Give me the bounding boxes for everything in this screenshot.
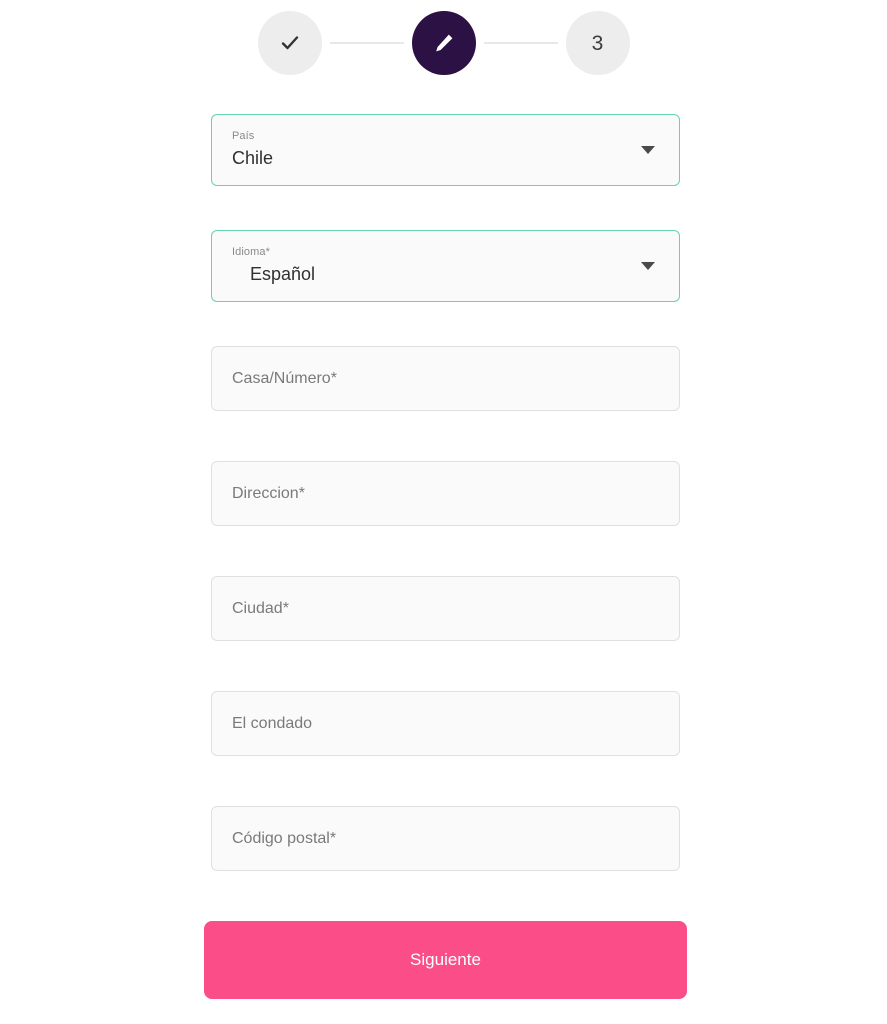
- postal-code-field[interactable]: Código postal*: [211, 806, 680, 871]
- country-select-value: Chile: [232, 148, 274, 168]
- step-connector-2: [483, 42, 558, 44]
- stepper: 3: [0, 11, 887, 75]
- postal-code-placeholder: Código postal*: [232, 829, 337, 847]
- next-button[interactable]: Siguiente: [204, 921, 687, 999]
- county-placeholder: El condado: [232, 714, 313, 732]
- country-select-label: País: [232, 130, 255, 142]
- chevron-down-icon[interactable]: [641, 262, 655, 270]
- city-field[interactable]: Ciudad*: [211, 576, 680, 641]
- county-field[interactable]: El condado: [211, 691, 680, 756]
- submit-wrapper: Siguiente: [204, 921, 687, 999]
- house-number-field[interactable]: Casa/Número*: [211, 346, 680, 411]
- city-placeholder: Ciudad*: [232, 599, 289, 617]
- step-2-active[interactable]: [411, 11, 476, 75]
- language-select-value: Español: [250, 264, 316, 284]
- step-1-completed[interactable]: [257, 11, 322, 75]
- chevron-down-icon[interactable]: [641, 146, 655, 154]
- country-select-inner: País Chile: [232, 130, 273, 170]
- address-form: País Chile Idioma* Español Casa/Número* …: [204, 114, 687, 999]
- language-select-label: Idioma*: [232, 246, 270, 258]
- language-select-inner: Idioma* Español: [232, 246, 315, 286]
- pencil-icon: [432, 31, 456, 55]
- house-number-placeholder: Casa/Número*: [232, 369, 337, 387]
- step-connector-1: [329, 42, 404, 44]
- country-select[interactable]: País Chile: [211, 114, 680, 186]
- registration-form-page: 3 País Chile Idioma* Español Casa/Número…: [0, 0, 887, 1024]
- step-3-upcoming[interactable]: 3: [565, 11, 630, 75]
- language-select[interactable]: Idioma* Español: [211, 230, 680, 302]
- step-3-label: 3: [591, 31, 604, 55]
- address-field[interactable]: Direccion*: [211, 461, 680, 526]
- address-placeholder: Direccion*: [232, 484, 305, 502]
- check-icon: [278, 31, 302, 55]
